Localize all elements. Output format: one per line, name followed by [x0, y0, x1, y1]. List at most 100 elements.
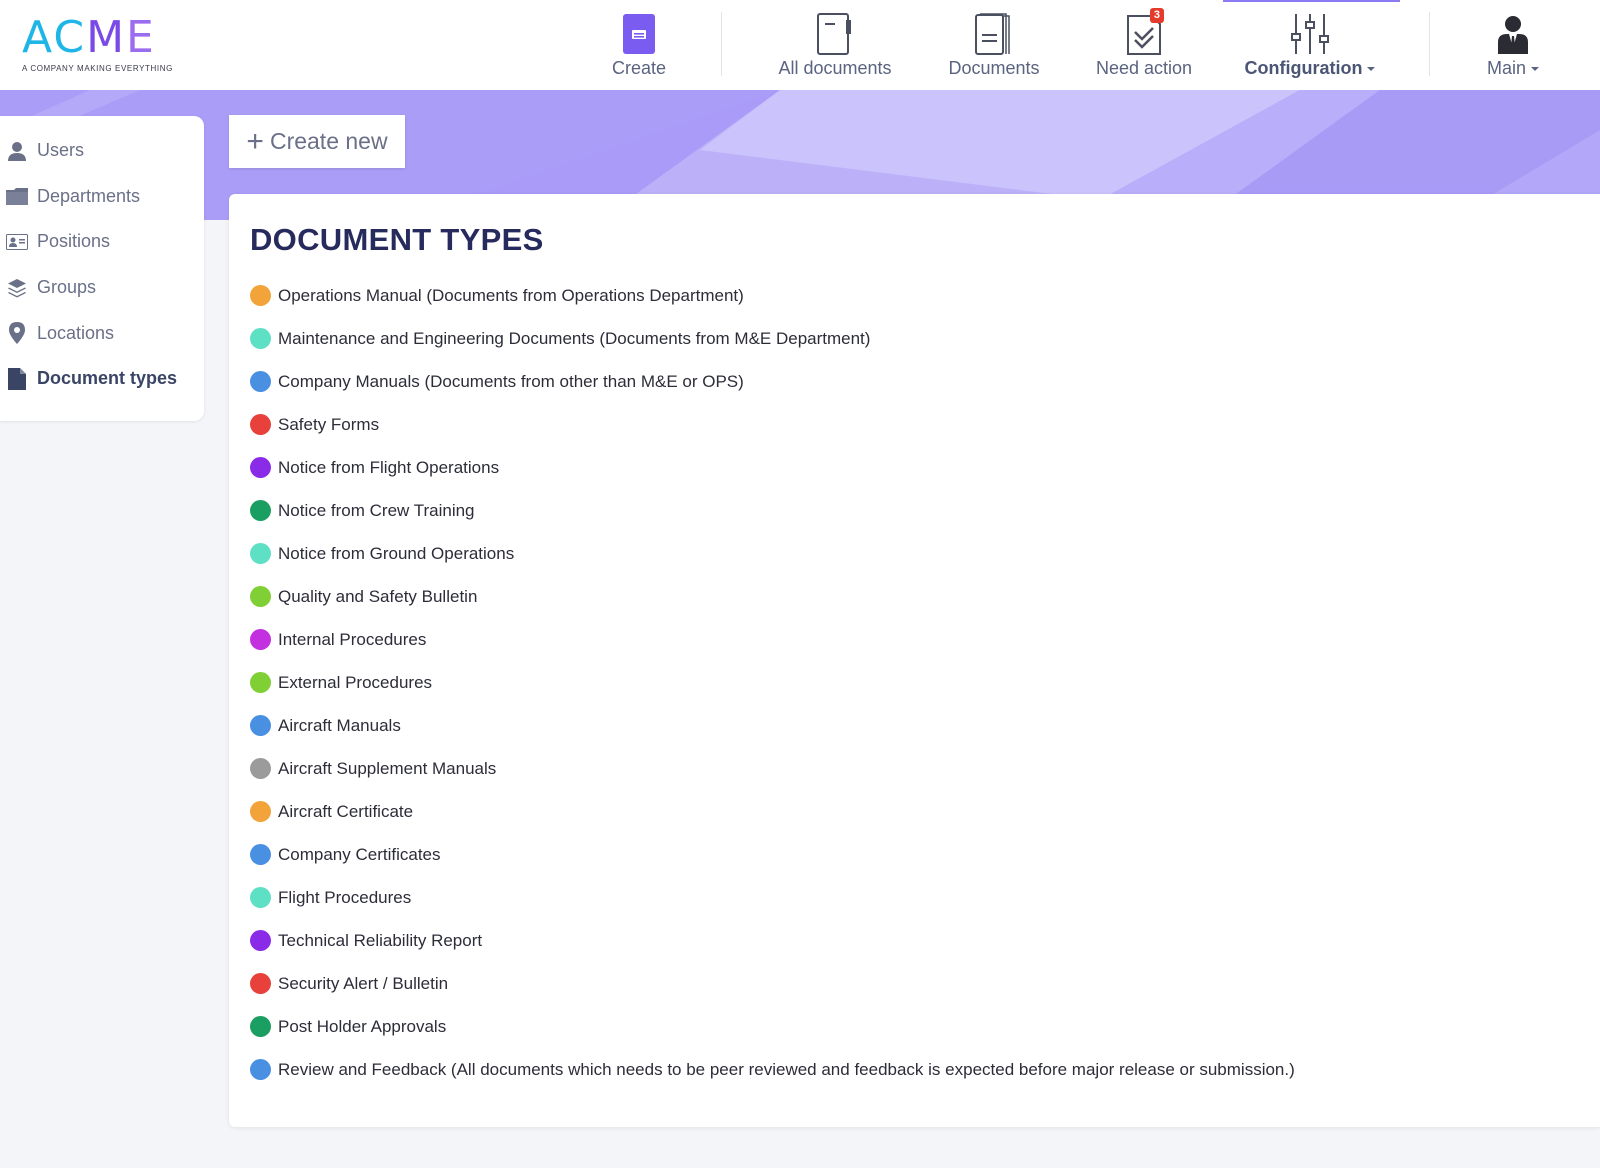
sidebar-item-label: Locations: [37, 322, 115, 343]
document-type-item[interactable]: Flight Procedures: [250, 876, 1295, 919]
nav-create-label: Create: [611, 58, 667, 78]
checklist-icon: 3: [1122, 8, 1166, 56]
sidebar-item-groups[interactable]: Groups: [0, 265, 204, 311]
document-type-label: Internal Procedures: [278, 629, 427, 649]
color-dot-icon: [250, 328, 271, 349]
color-dot-icon: [250, 930, 271, 951]
sidebar-item-label: Document types: [37, 368, 178, 389]
sidebar-item-users[interactable]: Users: [0, 128, 204, 174]
document-type-item[interactable]: Technical Reliability Report: [250, 919, 1295, 962]
color-dot-icon: [250, 844, 271, 865]
color-dot-icon: [250, 371, 271, 392]
sidebar-item-label: Groups: [37, 277, 97, 298]
document-type-label: Safety Forms: [278, 414, 380, 434]
acme-logo[interactable]: ACME A COMPANY MAKING EVERYTHING: [22, 14, 182, 74]
document-types-list: Operations Manual (Documents from Operat…: [250, 274, 1295, 1091]
nav-divider: [721, 12, 722, 76]
id-card-icon: [0, 233, 37, 250]
sidebar-item-label: Positions: [37, 231, 111, 252]
color-dot-icon: [250, 715, 271, 736]
document-type-item[interactable]: Operations Manual (Documents from Operat…: [250, 274, 1295, 317]
color-dot-icon: [250, 758, 271, 779]
need-action-count-badge: 3: [1149, 8, 1164, 23]
nav-need-action[interactable]: 3 Need action: [1090, 0, 1198, 90]
color-dot-icon: [250, 672, 271, 693]
document-type-label: Notice from Flight Operations: [278, 457, 500, 477]
user-avatar-icon: [1491, 12, 1535, 56]
top-header: ACME A COMPANY MAKING EVERYTHING Create …: [0, 0, 1600, 90]
color-dot-icon: [250, 586, 271, 607]
sidebar-item-label: Users: [37, 140, 85, 161]
document-type-item[interactable]: Aircraft Manuals: [250, 704, 1295, 747]
document-type-label: Technical Reliability Report: [278, 930, 483, 950]
nav-main-label: Main: [1486, 58, 1526, 78]
color-dot-icon: [250, 629, 271, 650]
nav-divider: [1429, 12, 1430, 76]
user-icon: [0, 141, 37, 161]
folder-icon: [0, 187, 37, 206]
nav-main-user-menu[interactable]: Main: [1474, 0, 1552, 90]
create-new-button[interactable]: + Create new: [229, 115, 405, 168]
document-type-label: Company Manuals (Documents from other th…: [278, 371, 744, 391]
sidebar-item-label: Departments: [37, 185, 141, 206]
document-type-label: Operations Manual (Documents from Operat…: [278, 285, 744, 305]
documents-stack-icon: [972, 12, 1016, 56]
color-dot-icon: [250, 500, 271, 521]
nav-need-action-label: Need action: [1095, 58, 1193, 78]
page-title: DOCUMENT TYPES: [250, 222, 544, 257]
layers-icon: [0, 278, 37, 298]
document-type-item[interactable]: Security Alert / Bulletin: [250, 962, 1295, 1005]
document-type-label: Notice from Crew Training: [278, 500, 475, 520]
document-type-label: Aircraft Supplement Manuals: [278, 758, 497, 778]
color-dot-icon: [250, 457, 271, 478]
document-type-item[interactable]: Notice from Crew Training: [250, 489, 1295, 532]
color-dot-icon: [250, 1016, 271, 1037]
logo-tagline: A COMPANY MAKING EVERYTHING: [22, 64, 173, 73]
document-type-label: Review and Feedback (All documents which…: [278, 1059, 1295, 1079]
document-type-item[interactable]: Notice from Flight Operations: [250, 446, 1295, 489]
document-type-label: Security Alert / Bulletin: [278, 973, 449, 993]
nav-all-documents[interactable]: All documents: [770, 0, 900, 90]
chevron-down-icon: [1367, 66, 1376, 71]
sidebar-item-departments[interactable]: Departments: [0, 174, 204, 220]
nav-create[interactable]: Create: [600, 0, 678, 90]
document-type-item[interactable]: Company Certificates: [250, 833, 1295, 876]
document-type-label: Maintenance and Engineering Documents (D…: [278, 328, 871, 348]
document-type-item[interactable]: Review and Feedback (All documents which…: [250, 1048, 1295, 1091]
document-type-label: Company Certificates: [278, 844, 441, 864]
document-type-item[interactable]: Internal Procedures: [250, 618, 1295, 661]
document-types-card: DOCUMENT TYPES Operations Manual (Docume…: [229, 194, 1600, 1127]
document-type-label: Notice from Ground Operations: [278, 543, 515, 563]
color-dot-icon: [250, 973, 271, 994]
color-dot-icon: [250, 887, 271, 908]
document-type-label: Flight Procedures: [278, 887, 412, 907]
nav-configuration[interactable]: Configuration: [1240, 0, 1380, 90]
color-dot-icon: [250, 285, 271, 306]
document-type-item[interactable]: Post Holder Approvals: [250, 1005, 1295, 1048]
document-type-item[interactable]: Company Manuals (Documents from other th…: [250, 360, 1295, 403]
logo-text: ACME: [22, 12, 156, 63]
sliders-icon: [1288, 12, 1332, 56]
sidebar-item-positions[interactable]: Positions: [0, 219, 204, 265]
nav-documents[interactable]: Documents: [940, 0, 1048, 90]
document-type-label: Quality and Safety Bulletin: [278, 586, 478, 606]
nav-all-documents-label: All documents: [778, 58, 892, 78]
sidebar-item-locations[interactable]: Locations: [0, 310, 204, 356]
location-pin-icon: [0, 322, 37, 345]
document-type-item[interactable]: Safety Forms: [250, 403, 1295, 446]
sidebar-item-document-types[interactable]: Document types: [0, 356, 204, 402]
chevron-down-icon: [1531, 66, 1539, 71]
document-type-item[interactable]: Notice from Ground Operations: [250, 532, 1295, 575]
document-type-item[interactable]: Quality and Safety Bulletin: [250, 575, 1295, 618]
document-type-item[interactable]: Aircraft Supplement Manuals: [250, 747, 1295, 790]
color-dot-icon: [250, 801, 271, 822]
document-type-item[interactable]: External Procedures: [250, 661, 1295, 704]
config-sidebar: Users Departments Positions Groups Locat…: [0, 116, 204, 421]
document-type-label: Aircraft Manuals: [278, 715, 401, 735]
color-dot-icon: [250, 414, 271, 435]
document-type-label: Aircraft Certificate: [278, 801, 414, 821]
nav-documents-label: Documents: [948, 58, 1040, 78]
document-type-item[interactable]: Aircraft Certificate: [250, 790, 1295, 833]
document-type-item[interactable]: Maintenance and Engineering Documents (D…: [250, 317, 1295, 360]
document-icon: [0, 367, 37, 390]
